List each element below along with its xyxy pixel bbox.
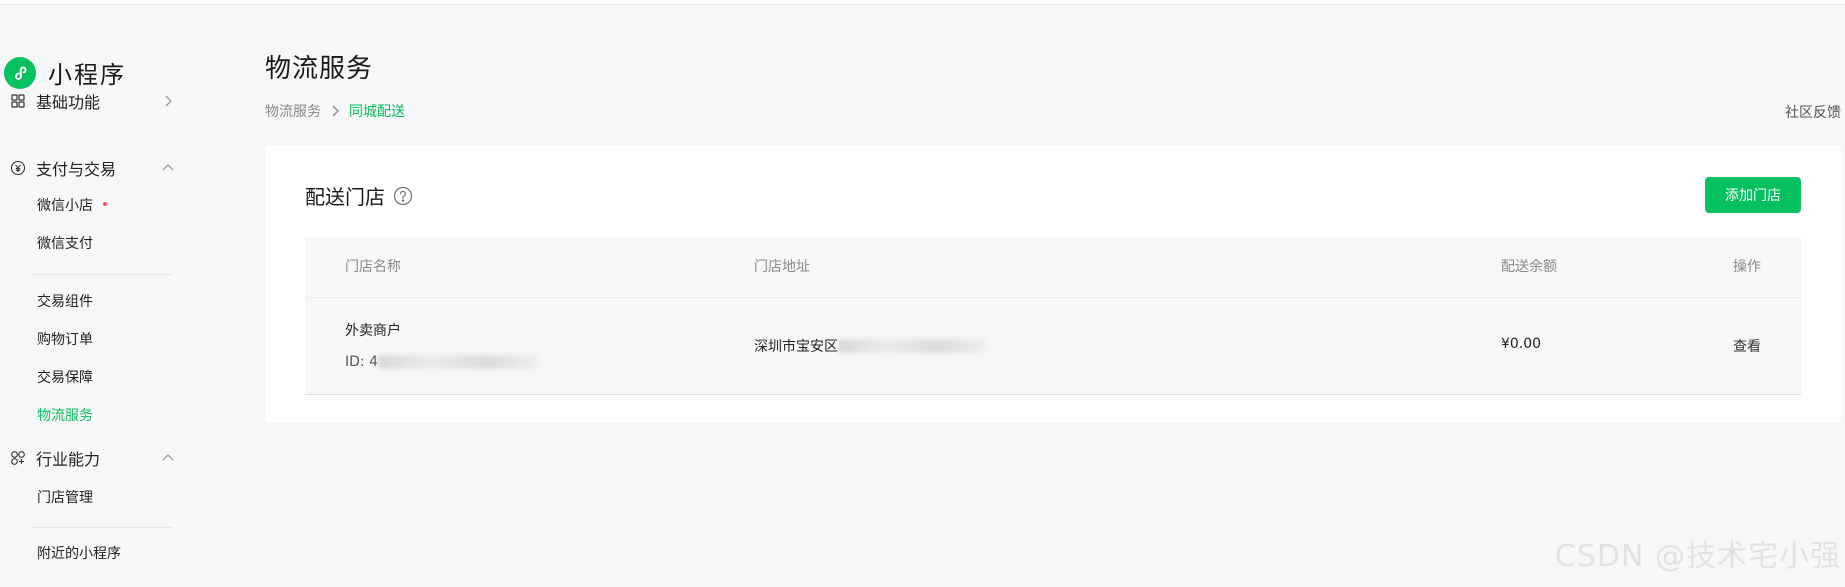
- sidebar-item-weixin-pay[interactable]: 微信支付: [37, 234, 93, 254]
- column-header-store-address: 门店地址: [754, 259, 810, 275]
- grid-icon: [10, 93, 26, 109]
- store-address-text: 深圳市宝安区: [754, 339, 838, 355]
- sidebar-item-label: 微信小店: [37, 198, 93, 214]
- stores-table: 门店名称 门店地址 配送余额 操作 外卖商户 ID: 4 深圳市宝安区 ¥0.0…: [305, 237, 1801, 395]
- sidebar-item-trade-guarantee[interactable]: 交易保障: [37, 368, 93, 388]
- miniprogram-logo-icon: [4, 56, 36, 89]
- industry-icon: [10, 450, 26, 466]
- chevron-right-icon: [331, 105, 339, 117]
- sidebar-item-store-management[interactable]: 门店管理: [37, 488, 93, 508]
- store-address: 深圳市宝安区: [754, 336, 986, 356]
- community-feedback-link[interactable]: 社区反馈: [1785, 102, 1841, 122]
- nav-group-label: 基础功能: [36, 93, 101, 112]
- delivery-balance: ¥0.00: [1501, 336, 1542, 352]
- redacted-id: [377, 355, 538, 369]
- top-border: [0, 0, 1845, 5]
- app-title: 小程序: [48, 61, 126, 89]
- nav-group-payment[interactable]: 支付与交易: [10, 155, 180, 181]
- table-header: 门店名称 门店地址 配送余额 操作: [305, 237, 1801, 297]
- chevron-up-icon: [160, 160, 176, 176]
- column-header-actions: 操作: [1733, 259, 1761, 275]
- nav-group-industry[interactable]: 行业能力: [10, 445, 180, 471]
- breadcrumb: 物流服务 同城配送: [265, 101, 405, 121]
- card-title-text: 配送门店: [305, 185, 385, 209]
- breadcrumb-item-logistics[interactable]: 物流服务: [265, 101, 321, 121]
- add-store-button[interactable]: 添加门店: [1705, 177, 1801, 213]
- sidebar-divider: [32, 274, 172, 275]
- watermark: CSDN @技术宅小强: [1554, 539, 1841, 574]
- column-header-store-name: 门店名称: [345, 259, 401, 275]
- sidebar-item-trade-components[interactable]: 交易组件: [37, 292, 93, 312]
- notification-dot: [103, 202, 107, 206]
- help-icon[interactable]: [393, 186, 413, 206]
- store-name: 外卖商户: [345, 323, 401, 339]
- store-id-label: ID: 4: [345, 354, 378, 370]
- sidebar-item-logistics[interactable]: 物流服务: [37, 406, 93, 426]
- store-id: ID: 4: [345, 354, 538, 370]
- column-header-balance: 配送余额: [1501, 259, 1557, 275]
- chevron-up-icon: [160, 450, 176, 466]
- delivery-stores-card: 配送门店 添加门店 门店名称 门店地址 配送余额 操作 外卖商户 ID: 4 深…: [265, 145, 1841, 423]
- sidebar-item-weixin-shop[interactable]: 微信小店: [37, 196, 107, 216]
- chevron-right-icon: [160, 93, 176, 109]
- sidebar-item-shopping-orders[interactable]: 购物订单: [37, 330, 93, 350]
- breadcrumb-item-current: 同城配送: [349, 104, 405, 120]
- nav-group-label: 支付与交易: [36, 160, 117, 179]
- sidebar-divider: [32, 527, 172, 528]
- card-title: 配送门店: [305, 181, 413, 210]
- nav-group-label: 行业能力: [36, 450, 101, 469]
- sidebar: 小程序 基础功能 支付与交易 微信小店 微信支付 交易组件 购物订单 交易保障 …: [0, 4, 200, 587]
- table-row: 外卖商户 ID: 4 深圳市宝安区 ¥0.00 查看: [305, 297, 1801, 395]
- nav-group-basic[interactable]: 基础功能: [10, 88, 180, 114]
- app-logo[interactable]: 小程序: [4, 55, 126, 90]
- redacted-address: [838, 339, 986, 353]
- page-title: 物流服务: [265, 54, 374, 84]
- view-store-link[interactable]: 查看: [1733, 336, 1761, 356]
- yen-circle-icon: [10, 160, 26, 176]
- sidebar-item-nearby-miniprogram[interactable]: 附近的小程序: [37, 544, 121, 564]
